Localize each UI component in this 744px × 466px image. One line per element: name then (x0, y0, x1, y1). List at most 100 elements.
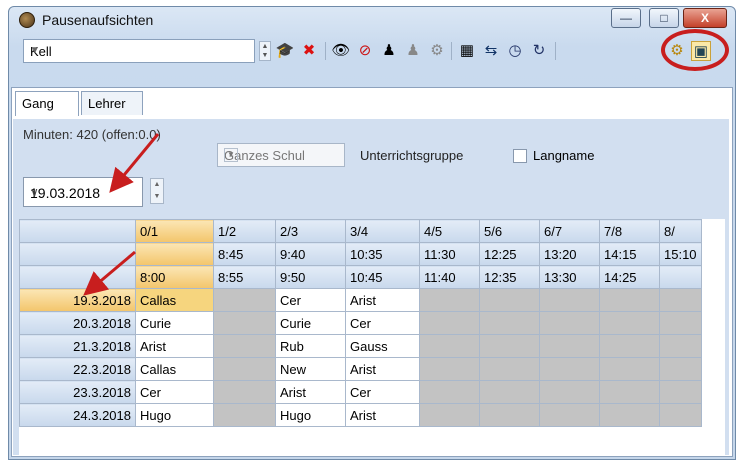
duty-cell[interactable] (213, 380, 276, 404)
period-header[interactable]: 0/1 (135, 219, 214, 243)
date-picker[interactable]: 19.03.2018 ∨ (23, 177, 143, 207)
maximize-button[interactable]: □ (649, 8, 679, 28)
duty-cell[interactable] (479, 334, 540, 358)
duty-cell[interactable] (539, 403, 600, 427)
duty-cell[interactable] (599, 357, 660, 381)
duty-cell[interactable] (213, 334, 276, 358)
duty-cell[interactable] (599, 311, 660, 335)
duty-cell[interactable] (419, 334, 480, 358)
duty-cell[interactable] (539, 288, 600, 312)
duty-cell[interactable] (599, 334, 660, 358)
people-icon[interactable]: ♟ (379, 41, 399, 61)
duty-cell[interactable] (599, 403, 660, 427)
tool-icon[interactable]: ⚙ (427, 41, 447, 61)
duty-cell[interactable]: Callas (135, 288, 214, 312)
duty-cell[interactable]: Hugo (275, 403, 346, 427)
duty-cell[interactable]: Arist (345, 403, 420, 427)
row-date[interactable]: 19.3.2018 (19, 288, 136, 312)
close-button[interactable]: X (683, 8, 727, 28)
clock-icon[interactable]: ◷ (505, 41, 525, 61)
row-date[interactable]: 20.3.2018 (19, 311, 136, 335)
duty-cell[interactable] (479, 311, 540, 335)
duty-cell[interactable] (659, 357, 702, 381)
tab-gang[interactable]: Gang (15, 91, 79, 116)
period-header[interactable]: 6/7 (539, 219, 600, 243)
row-date[interactable]: 21.3.2018 (19, 334, 136, 358)
chevron-down-icon[interactable]: ▼ (30, 40, 251, 62)
row-date[interactable]: 24.3.2018 (19, 403, 136, 427)
duty-cell[interactable]: New (275, 357, 346, 381)
period-header[interactable]: 2/3 (275, 219, 346, 243)
row-date[interactable]: 22.3.2018 (19, 357, 136, 381)
duty-cell[interactable] (539, 334, 600, 358)
duty-cell[interactable]: Cer (135, 380, 214, 404)
duty-cell[interactable] (479, 403, 540, 427)
duty-cell[interactable]: Arist (135, 334, 214, 358)
duty-cell[interactable] (659, 403, 702, 427)
period-header[interactable]: 3/4 (345, 219, 420, 243)
duty-cell[interactable]: Cer (345, 380, 420, 404)
duty-cell[interactable]: Arist (345, 357, 420, 381)
calculator-icon[interactable]: ▦ (457, 41, 477, 61)
eye-off-icon[interactable]: ⊘ (355, 41, 375, 61)
minimize-button[interactable]: — (611, 8, 641, 28)
duty-cell[interactable]: Cer (345, 311, 420, 335)
duty-cell[interactable] (659, 288, 702, 312)
schedule-grid: 0/1 1/2 2/3 3/4 4/5 5/6 6/7 7/8 8/ 8:45 … (19, 219, 725, 455)
duty-cell[interactable] (599, 380, 660, 404)
start-time: 8:45 (213, 242, 276, 266)
chevron-down-icon: ▼ (224, 148, 238, 162)
duty-cell[interactable] (419, 288, 480, 312)
teacher-combo[interactable]: Kell ▼ (23, 39, 255, 63)
period-header[interactable]: 8/ (659, 219, 702, 243)
langname-checkbox[interactable] (513, 149, 527, 163)
window-title: Pausenaufsichten (42, 12, 154, 28)
period-header[interactable]: 7/8 (599, 219, 660, 243)
duty-cell[interactable] (213, 357, 276, 381)
tab-lehrer[interactable]: Lehrer (81, 91, 143, 115)
duty-cell[interactable] (599, 288, 660, 312)
eye-icon[interactable]: 👁 (331, 41, 351, 61)
duty-cell[interactable]: Curie (275, 311, 346, 335)
duty-cell[interactable] (539, 311, 600, 335)
duty-cell[interactable] (213, 311, 276, 335)
duty-cell[interactable]: Arist (275, 380, 346, 404)
duty-cell[interactable] (539, 357, 600, 381)
refresh-icon[interactable]: ↻ (529, 41, 549, 61)
duty-cell[interactable] (659, 380, 702, 404)
period-header[interactable]: 1/2 (213, 219, 276, 243)
duty-cell[interactable]: Curie (135, 311, 214, 335)
duty-cell[interactable]: Rub (275, 334, 346, 358)
duty-cell[interactable]: Cer (275, 288, 346, 312)
period-header[interactable]: 4/5 (419, 219, 480, 243)
date-spinner[interactable]: ▲ ▼ (150, 178, 164, 204)
people-gray-icon[interactable]: ♟ (403, 41, 423, 61)
chevron-down-icon[interactable]: ∨ (30, 185, 136, 199)
row-date[interactable]: 23.3.2018 (19, 380, 136, 404)
duty-cell[interactable] (419, 403, 480, 427)
separator (451, 42, 452, 60)
duty-cell[interactable]: Callas (135, 357, 214, 381)
duty-cell[interactable] (659, 334, 702, 358)
duty-cell[interactable] (479, 380, 540, 404)
duty-cell[interactable] (419, 357, 480, 381)
up-down-spinner[interactable]: ▲ ▼ (259, 41, 271, 61)
highlight-circle (661, 29, 729, 71)
duty-cell[interactable] (213, 288, 276, 312)
end-time: 11:40 (419, 265, 480, 289)
delete-icon[interactable]: ✖ (299, 41, 319, 61)
duty-cell[interactable]: Hugo (135, 403, 214, 427)
duty-cell[interactable]: Arist (345, 288, 420, 312)
duty-cell[interactable] (419, 311, 480, 335)
duty-cell[interactable] (479, 357, 540, 381)
duty-cell[interactable] (659, 311, 702, 335)
duty-cell[interactable]: Gauss (345, 334, 420, 358)
table-row: 21.3.2018 Arist Rub Gauss (19, 334, 702, 358)
graduation-cap-icon[interactable]: 🎓 (275, 41, 295, 61)
export-icon[interactable]: ⇆ (481, 41, 501, 61)
period-header[interactable]: 5/6 (479, 219, 540, 243)
duty-cell[interactable] (479, 288, 540, 312)
duty-cell[interactable] (419, 380, 480, 404)
duty-cell[interactable] (539, 380, 600, 404)
duty-cell[interactable] (213, 403, 276, 427)
